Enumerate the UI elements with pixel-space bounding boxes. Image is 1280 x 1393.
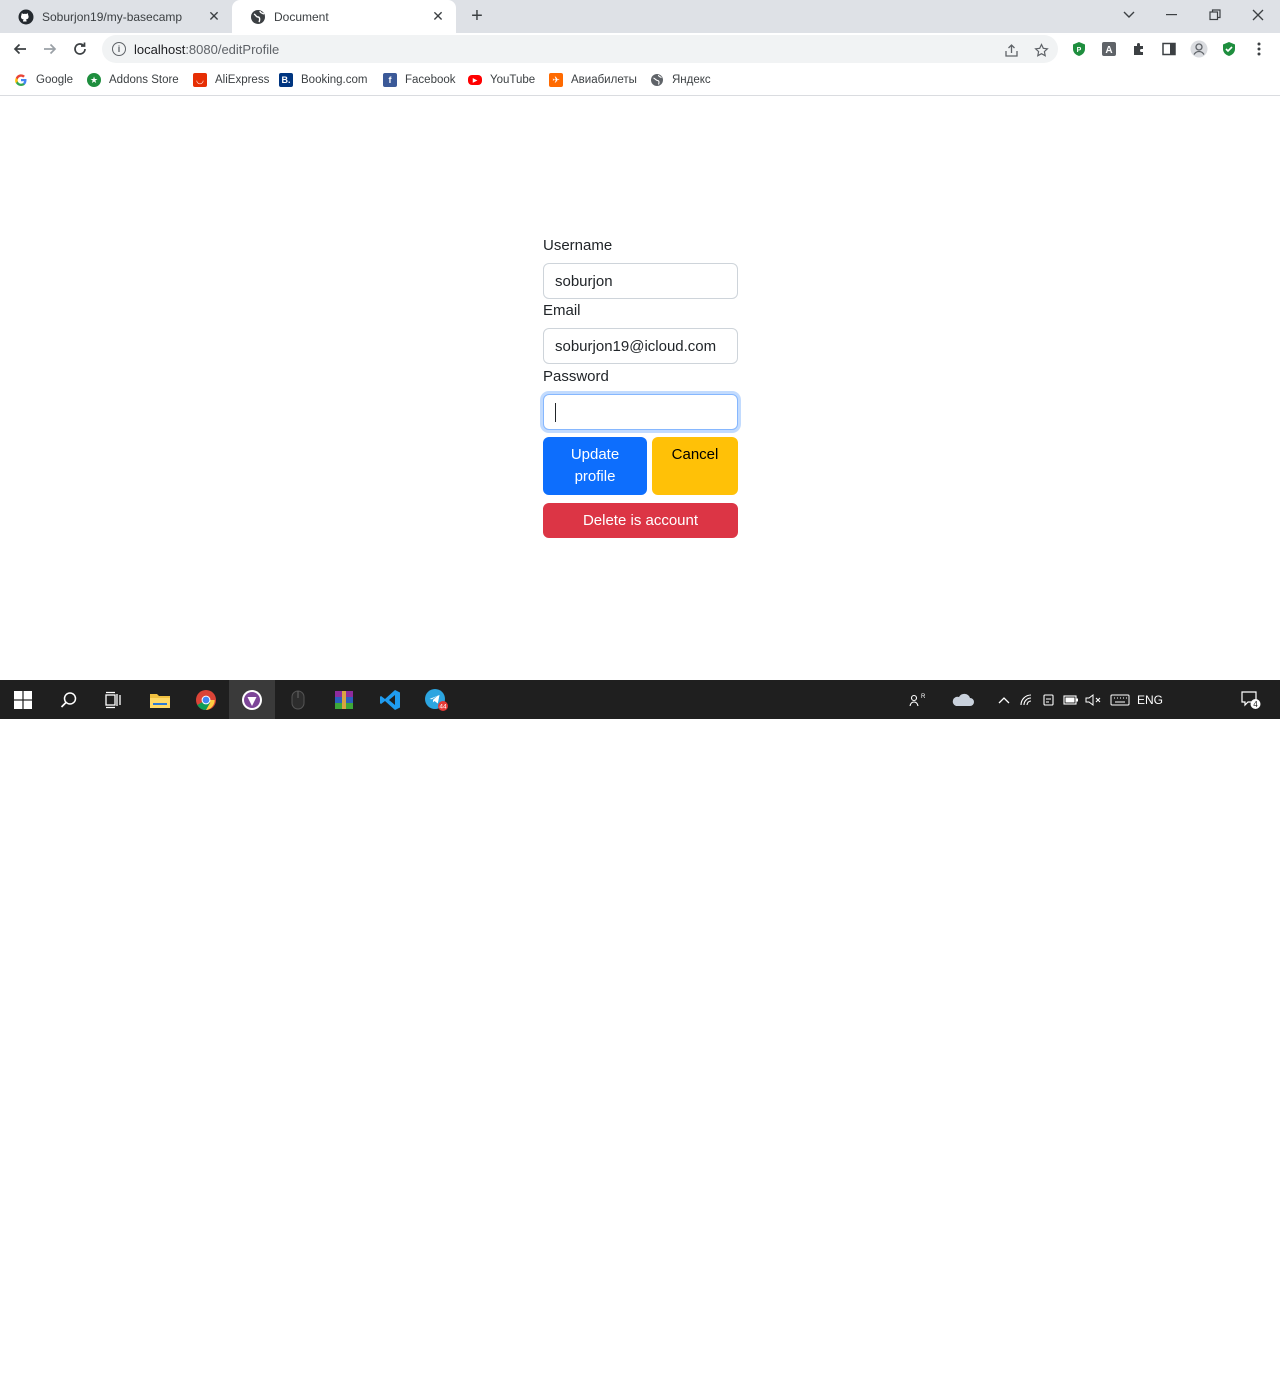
bookmark-star-icon[interactable] bbox=[1032, 41, 1050, 59]
password-input[interactable] bbox=[543, 394, 738, 430]
username-value: soburjon bbox=[555, 272, 613, 290]
cancel-label: Cancel bbox=[671, 446, 719, 463]
tab-strip: Soburjon19/my-basecamp ✕ Document ✕ + bbox=[0, 0, 1280, 33]
chevron-up-icon[interactable] bbox=[995, 680, 1013, 719]
bookmark-label: YouTube bbox=[490, 74, 536, 86]
password-label: Password bbox=[543, 368, 609, 385]
side-panel-icon[interactable] bbox=[1160, 40, 1178, 58]
chrome-icon[interactable] bbox=[183, 680, 229, 719]
google-icon bbox=[14, 73, 28, 87]
bookmark-label: Google bbox=[36, 74, 74, 86]
address-bar[interactable]: i localhost:8080/editProfile bbox=[102, 35, 1058, 63]
tab-search-chevron-icon[interactable] bbox=[1107, 0, 1151, 30]
bookmark-yandex[interactable]: Яндекс bbox=[650, 71, 711, 89]
svg-text:A: A bbox=[1105, 45, 1112, 56]
delete-account-label: Delete is account bbox=[582, 511, 699, 529]
svg-text:R: R bbox=[921, 694, 925, 700]
tab-title: Soburjon19/my-basecamp bbox=[42, 9, 183, 24]
bookmark-label: Booking.com bbox=[301, 74, 368, 86]
email-input[interactable]: soburjon19@icloud.com bbox=[543, 328, 738, 364]
minimize-icon[interactable] bbox=[1150, 0, 1194, 30]
adguard-shield-icon[interactable] bbox=[1220, 40, 1238, 58]
bookmark-label: Яндекс bbox=[672, 74, 711, 86]
bookmark-label: AliExpress bbox=[215, 74, 270, 86]
addons-store-icon: ★ bbox=[87, 73, 101, 87]
people-icon[interactable]: R bbox=[905, 680, 929, 719]
bookmark-aviabilety[interactable]: ✈ Авиабилеты bbox=[549, 71, 637, 89]
aviabilety-icon: ✈ bbox=[549, 73, 563, 87]
text-caret bbox=[555, 402, 556, 422]
profile-avatar-icon[interactable] bbox=[1190, 40, 1208, 58]
tor-browser-icon[interactable] bbox=[229, 680, 275, 719]
email-value: soburjon19@icloud.com bbox=[555, 337, 717, 355]
meet-now-icon[interactable] bbox=[1040, 680, 1058, 719]
onedrive-cloud-icon[interactable] bbox=[947, 680, 977, 719]
bookmark-aliexpress[interactable]: ◡ AliExpress bbox=[193, 71, 269, 89]
cancel-button[interactable]: Cancel bbox=[652, 437, 738, 495]
windows-start-icon[interactable] bbox=[0, 680, 46, 719]
bookmark-google[interactable]: Google bbox=[14, 71, 73, 89]
notifications-icon[interactable]: 4 bbox=[1236, 680, 1266, 719]
telegram-badge: 44 bbox=[439, 703, 447, 710]
winrar-icon[interactable] bbox=[321, 680, 367, 719]
svg-text:P: P bbox=[1077, 47, 1082, 54]
extensions-puzzle-icon[interactable] bbox=[1130, 40, 1148, 58]
privacy-extension-icon[interactable]: P bbox=[1070, 40, 1088, 58]
menu-kebab-icon[interactable] bbox=[1250, 40, 1268, 58]
forward-arrow-icon[interactable] bbox=[38, 37, 62, 61]
translate-extension-icon[interactable]: A bbox=[1100, 40, 1118, 58]
task-view-icon[interactable] bbox=[90, 680, 136, 719]
username-label: Username bbox=[543, 237, 613, 254]
close-icon[interactable]: ✕ bbox=[204, 7, 224, 27]
back-arrow-icon[interactable] bbox=[8, 37, 32, 61]
bookmark-label: Facebook bbox=[405, 74, 456, 86]
site-info-icon[interactable]: i bbox=[112, 42, 126, 56]
booking-icon: B. bbox=[279, 73, 293, 87]
close-icon[interactable]: ✕ bbox=[428, 7, 448, 27]
reload-icon[interactable] bbox=[68, 37, 92, 61]
email-label: Email bbox=[543, 302, 581, 319]
bookmark-addons-store[interactable]: ★ Addons Store bbox=[87, 71, 179, 89]
globe-icon bbox=[250, 9, 266, 25]
share-icon[interactable] bbox=[1002, 41, 1020, 59]
keyboard-icon[interactable] bbox=[1108, 680, 1132, 719]
bookmark-youtube[interactable]: ▶ YouTube bbox=[468, 71, 535, 89]
vscode-icon[interactable] bbox=[367, 680, 413, 719]
notification-count: 4 bbox=[1253, 699, 1258, 708]
file-explorer-icon[interactable] bbox=[137, 680, 183, 719]
url-host: localhost bbox=[134, 41, 186, 57]
bookmark-label: Авиабилеты bbox=[571, 74, 637, 86]
bookmark-facebook[interactable]: f Facebook bbox=[383, 71, 456, 89]
telegram-icon[interactable]: 44 bbox=[413, 680, 459, 719]
clock-time[interactable]: 16:53 bbox=[1174, 1364, 1226, 1376]
volume-muted-icon[interactable] bbox=[1084, 680, 1102, 719]
tab-github[interactable]: Soburjon19/my-basecamp ✕ bbox=[0, 0, 232, 33]
tab-title: Document bbox=[274, 9, 329, 24]
bookmark-label: Addons Store bbox=[109, 74, 179, 86]
battery-icon[interactable] bbox=[1062, 680, 1080, 719]
bookmark-booking[interactable]: B. Booking.com bbox=[279, 71, 367, 89]
clock-date[interactable]: 03.11.2022 bbox=[1170, 1381, 1230, 1393]
yandex-icon bbox=[650, 73, 664, 87]
github-icon bbox=[18, 9, 34, 25]
browser-toolbar: i localhost:8080/editProfile bbox=[0, 33, 1280, 65]
update-profile-label: Update profile bbox=[570, 446, 620, 485]
facebook-icon: f bbox=[383, 73, 397, 87]
restore-icon[interactable] bbox=[1193, 0, 1237, 30]
new-tab-icon[interactable]: + bbox=[466, 5, 488, 27]
taskbar: 44 R ENG 16:53 03.11.2022 4 bbox=[0, 680, 1280, 1393]
delete-account-button[interactable]: Delete is account bbox=[543, 503, 738, 538]
url-path: :8080/editProfile bbox=[185, 41, 280, 57]
search-icon[interactable] bbox=[46, 680, 92, 719]
update-profile-button[interactable]: Update profile bbox=[543, 437, 647, 495]
mouse-app-icon[interactable] bbox=[275, 680, 321, 719]
aliexpress-icon: ◡ bbox=[193, 73, 207, 87]
tab-document[interactable]: Document ✕ bbox=[232, 0, 456, 33]
window-close-icon[interactable] bbox=[1236, 0, 1280, 30]
language-indicator[interactable]: ENG bbox=[1136, 680, 1164, 719]
wifi-icon[interactable] bbox=[1018, 680, 1036, 719]
username-input[interactable]: soburjon bbox=[543, 263, 738, 299]
bookmarks-bar: Google ★ Addons Store ◡ AliExpress B. Bo… bbox=[0, 65, 1280, 96]
youtube-icon: ▶ bbox=[468, 75, 482, 85]
